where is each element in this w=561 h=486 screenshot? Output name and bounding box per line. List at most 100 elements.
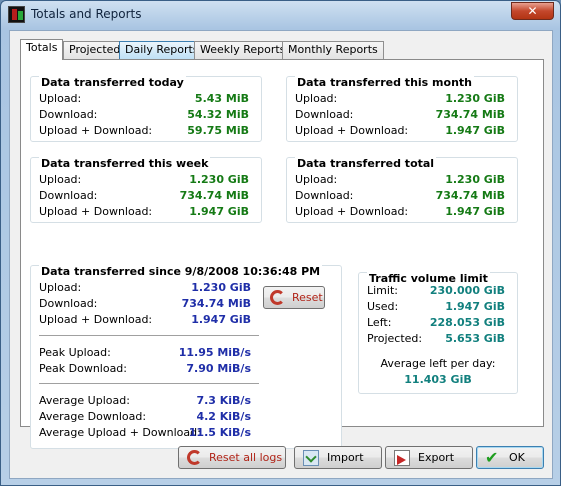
tab-projected[interactable]: Projected — [63, 41, 127, 59]
week-title: Data transferred this week — [39, 157, 211, 170]
peak-download-row: Peak Download: 7.90 MiB/s — [39, 362, 251, 377]
export-button-label: Export — [418, 451, 455, 464]
today-upload-value: 5.43 MiB — [194, 92, 249, 105]
used-value: 1.947 GiB — [445, 300, 505, 313]
since-separator-1 — [39, 335, 259, 337]
since-total-value: 1.947 GiB — [191, 313, 251, 326]
week-download-row: Download: 734.74 MiB — [39, 189, 249, 204]
avg-download-row: Average Download: 4.2 KiB/s — [39, 410, 251, 425]
limit-row: Limit: 230.000 GiB — [367, 284, 505, 299]
left-value: 228.053 GiB — [429, 316, 505, 329]
avg-total-label: Average Upload + Download: — [39, 426, 201, 439]
reset-all-logs-button[interactable]: Reset all logs — [178, 446, 286, 469]
since-upload-row: Upload: 1.230 GiB — [39, 281, 251, 296]
total-total-row: Upload + Download: 1.947 GiB — [295, 205, 505, 220]
left-row: Left: 228.053 GiB — [367, 316, 505, 331]
week-total-value: 1.947 GiB — [189, 205, 249, 218]
export-button[interactable]: Export — [385, 446, 473, 469]
total-upload-row: Upload: 1.230 GiB — [295, 173, 505, 188]
close-button[interactable]: ✕ — [511, 2, 554, 20]
since-download-row: Download: 734.74 MiB — [39, 297, 251, 312]
dialog-body: Totals Projected Daily Reports Weekly Re… — [9, 30, 553, 479]
used-label: Used: — [367, 300, 399, 313]
week-download-label: Download: — [39, 189, 98, 202]
month-download-value: 734.74 MiB — [435, 108, 505, 121]
since-total-label: Upload + Download: — [39, 313, 153, 326]
avg-total-row: Average Upload + Download: 11.5 KiB/s — [39, 426, 251, 441]
avg-left-label: Average left per day: — [380, 357, 496, 370]
title-bar[interactable]: Totals and Reports ✕ — [1, 1, 560, 29]
since-group: Data transferred since 9/8/2008 10:36:48… — [30, 265, 342, 449]
since-download-value: 734.74 MiB — [181, 297, 251, 310]
today-download-label: Download: — [39, 108, 98, 121]
today-upload-row: Upload: 5.43 MiB — [39, 92, 249, 107]
tab-daily-reports[interactable]: Daily Reports — [119, 41, 205, 59]
peak-upload-value: 11.95 MiB/s — [178, 346, 251, 359]
week-total-row: Upload + Download: 1.947 GiB — [39, 205, 249, 220]
month-total-row: Upload + Download: 1.947 GiB — [295, 124, 505, 139]
tab-weekly-reports[interactable]: Weekly Reports — [194, 41, 292, 59]
ok-button[interactable]: ✔ OK — [476, 446, 544, 469]
week-upload-row: Upload: 1.230 GiB — [39, 173, 249, 188]
today-title: Data transferred today — [39, 76, 186, 89]
close-icon: ✕ — [527, 4, 538, 18]
import-button-label: Import — [327, 451, 364, 464]
since-upload-value: 1.230 GiB — [191, 281, 251, 294]
reset-icon — [270, 290, 285, 305]
today-download-row: Download: 54.32 MiB — [39, 108, 249, 123]
week-upload-value: 1.230 GiB — [189, 173, 249, 186]
total-total-label: Upload + Download: — [295, 205, 409, 218]
month-total-value: 1.947 GiB — [445, 124, 505, 137]
month-group: Data transferred this month Upload: 1.23… — [286, 76, 518, 142]
total-group: Data transferred total Upload: 1.230 GiB… — [286, 157, 518, 223]
month-download-row: Download: 734.74 MiB — [295, 108, 505, 123]
total-total-value: 1.947 GiB — [445, 205, 505, 218]
totals-panel: Data transferred today Upload: 5.43 MiB … — [20, 59, 544, 449]
left-label: Left: — [367, 316, 392, 329]
week-group: Data transferred this week Upload: 1.230… — [30, 157, 262, 223]
month-upload-label: Upload: — [295, 92, 338, 105]
today-total-label: Upload + Download: — [39, 124, 153, 137]
export-icon — [394, 450, 410, 466]
ok-button-label: OK — [509, 451, 525, 464]
avg-download-label: Average Download: — [39, 410, 147, 423]
tab-monthly-reports[interactable]: Monthly Reports — [282, 41, 384, 59]
today-total-value: 59.75 MiB — [187, 124, 249, 137]
peak-upload-label: Peak Upload: — [39, 346, 111, 359]
week-total-label: Upload + Download: — [39, 205, 153, 218]
total-download-label: Download: — [295, 189, 354, 202]
total-download-row: Download: 734.74 MiB — [295, 189, 505, 204]
import-button[interactable]: Import — [294, 446, 382, 469]
limit-label: Limit: — [367, 284, 398, 297]
month-download-label: Download: — [295, 108, 354, 121]
month-total-label: Upload + Download: — [295, 124, 409, 137]
avg-download-value: 4.2 KiB/s — [196, 410, 251, 423]
today-download-value: 54.32 MiB — [187, 108, 249, 121]
today-total-row: Upload + Download: 59.75 MiB — [39, 124, 249, 139]
reset-button[interactable]: Reset — [263, 286, 325, 309]
reset-all-logs-label: Reset all logs — [209, 451, 283, 464]
window-title: Totals and Reports — [31, 7, 142, 21]
since-total-row: Upload + Download: 1.947 GiB — [39, 313, 251, 328]
avg-left-value: 11.403 GiB — [404, 373, 472, 386]
avg-upload-row: Average Upload: 7.3 KiB/s — [39, 394, 251, 409]
reset-button-label: Reset — [292, 291, 323, 304]
limit-group: Traffic volume limit Limit: 230.000 GiB … — [358, 272, 518, 394]
tab-totals[interactable]: Totals — [20, 39, 64, 60]
since-upload-label: Upload: — [39, 281, 82, 294]
today-upload-label: Upload: — [39, 92, 82, 105]
total-title: Data transferred total — [295, 157, 437, 170]
total-upload-value: 1.230 GiB — [445, 173, 505, 186]
main-window: Totals and Reports ✕ Totals Projected Da… — [0, 0, 561, 486]
import-icon — [303, 450, 319, 466]
peak-upload-row: Peak Upload: 11.95 MiB/s — [39, 346, 251, 361]
since-separator-2 — [39, 383, 259, 385]
projected-label: Projected: — [367, 332, 423, 345]
limit-value: 230.000 GiB — [429, 284, 505, 297]
avg-upload-value: 7.3 KiB/s — [196, 394, 251, 407]
month-title: Data transferred this month — [295, 76, 474, 89]
week-download-value: 734.74 MiB — [179, 189, 249, 202]
week-upload-label: Upload: — [39, 173, 82, 186]
total-upload-label: Upload: — [295, 173, 338, 186]
month-upload-value: 1.230 GiB — [445, 92, 505, 105]
